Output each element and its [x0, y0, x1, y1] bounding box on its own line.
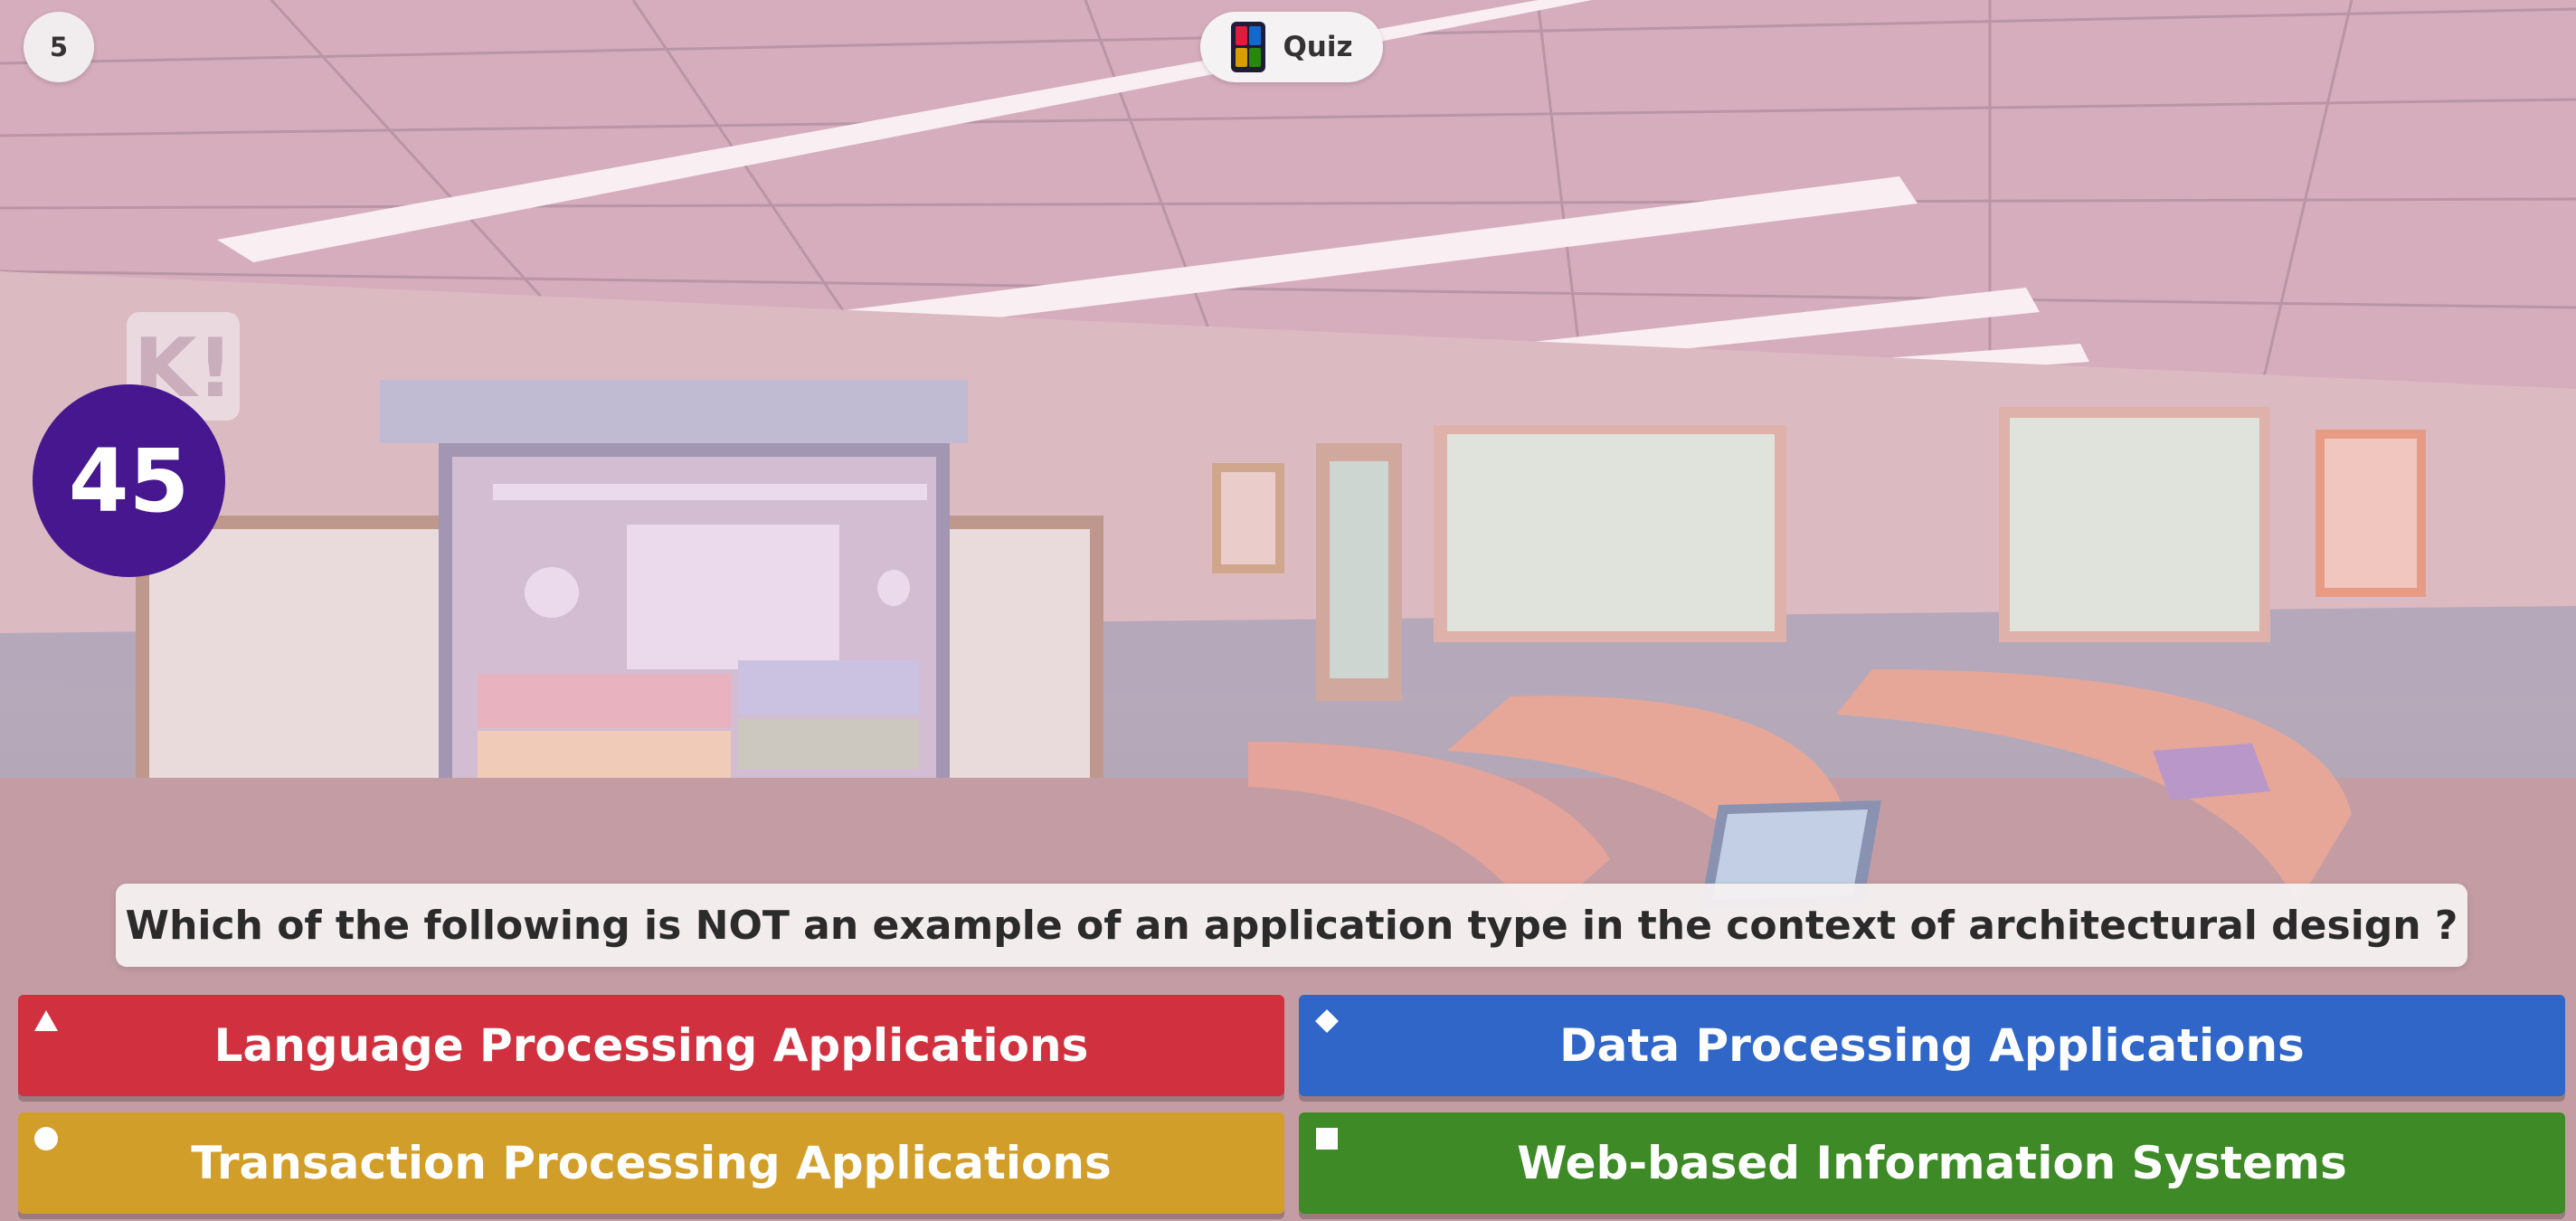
answer-label: Data Processing Applications: [1559, 1019, 2305, 1072]
quiz-type-label: Quiz: [1283, 31, 1353, 63]
answer-label: Transaction Processing Applications: [191, 1137, 1112, 1189]
quiz-cards-icon: [1231, 22, 1266, 72]
circle-icon: [34, 1127, 58, 1150]
quiz-type-pill: Quiz: [1200, 12, 1383, 82]
triangle-icon: [34, 1010, 58, 1031]
quiz-screen: K! 5 Quiz 45 Which of the following is N…: [0, 0, 2576, 1221]
square-icon: [1316, 1128, 1338, 1150]
question-counter: 5: [24, 12, 94, 82]
answer-option-diamond[interactable]: Data Processing Applications: [1299, 995, 2565, 1096]
answer-label: Web-based Information Systems: [1517, 1137, 2347, 1189]
question-text: Which of the following is NOT an example…: [116, 884, 2467, 967]
answer-label: Language Processing Applications: [213, 1019, 1089, 1072]
answer-option-triangle[interactable]: Language Processing Applications: [18, 995, 1284, 1096]
answer-option-circle[interactable]: Transaction Processing Applications: [18, 1112, 1284, 1214]
answer-option-square[interactable]: Web-based Information Systems: [1299, 1112, 2565, 1214]
countdown-timer: 45: [33, 384, 225, 577]
diamond-icon: [1315, 1009, 1339, 1033]
